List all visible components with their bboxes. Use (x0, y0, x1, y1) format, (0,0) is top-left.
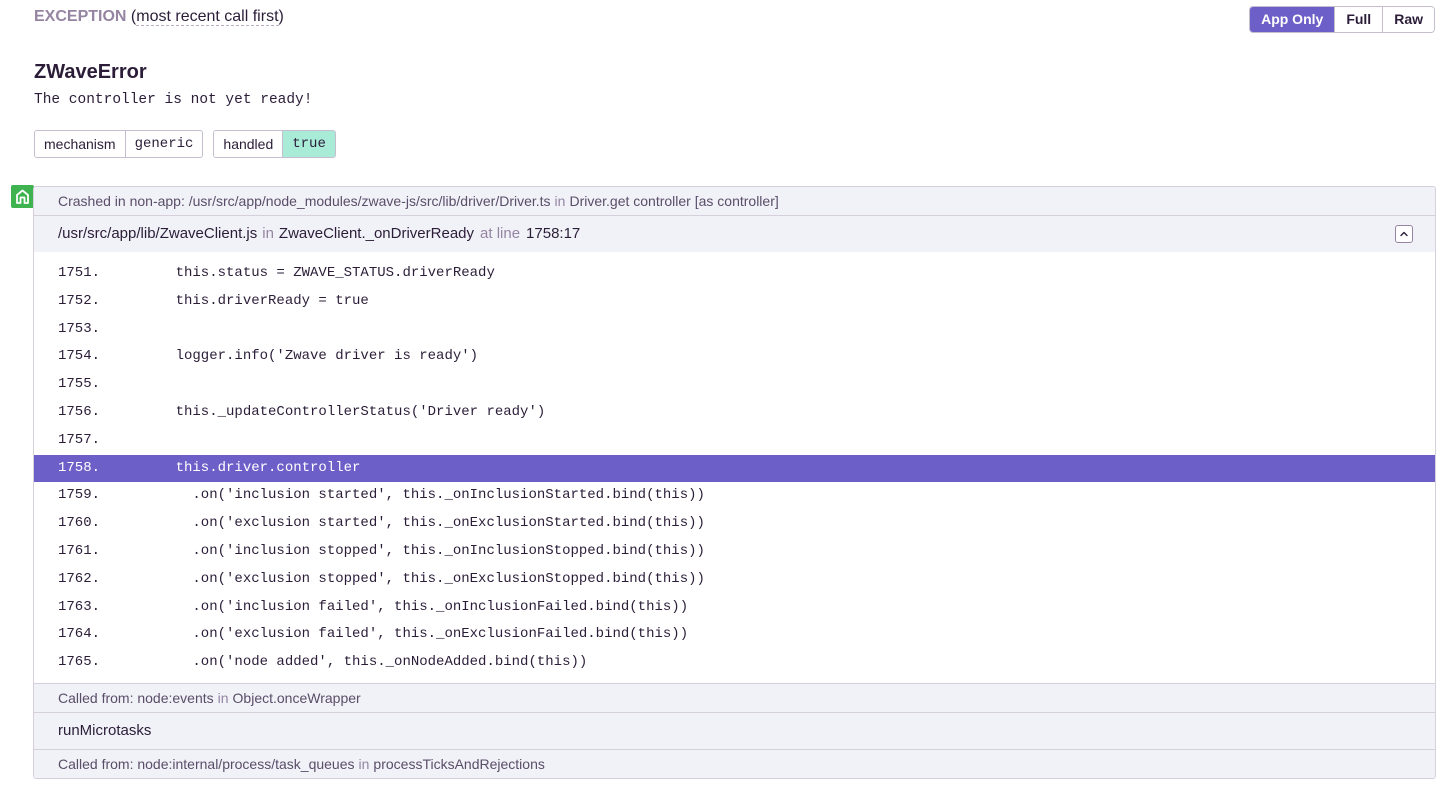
sort-order-link[interactable]: most recent call first (136, 8, 279, 26)
called-from-function: Object.onceWrapper (232, 689, 361, 706)
code-context: 1751. this.status = ZWAVE_STATUS.driverR… (34, 252, 1435, 683)
code-line: 1757. (58, 431, 101, 448)
mechanism-tags: mechanism generic handled true (34, 130, 336, 158)
frame-header[interactable]: /usr/src/app/lib/ZwaveClient.js in ZwaveCl… (34, 216, 1435, 252)
code-line: 1753. (58, 320, 101, 337)
collapse-frame-button[interactable] (1395, 225, 1413, 243)
chevron-up-icon (1400, 231, 1408, 237)
frame-header[interactable]: runMicrotasks (34, 711, 1435, 749)
code-line: 1752. this.driverReady = true (58, 292, 369, 309)
code-line: 1765. .on('node added', this._onNodeAdde… (58, 654, 588, 671)
called-from-row: Called from: node:internal/process/task_… (34, 748, 1435, 778)
stacktrace-frames: Crashed in non-app: /usr/src/app/node_mo… (33, 186, 1436, 779)
raw-button[interactable]: Raw (1382, 7, 1434, 32)
frame-function: ZwaveClient._onDriverReady (278, 225, 475, 242)
app-only-button[interactable]: App Only (1250, 7, 1335, 32)
tag-handled[interactable]: handled true (213, 130, 336, 158)
exception-label: EXCEPTION (34, 8, 127, 25)
error-type: ZWaveError (34, 61, 147, 83)
exception-header: EXCEPTION (most recent call first) (34, 8, 284, 26)
crashed-in-row: Crashed in non-app: /usr/src/app/node_mo… (34, 187, 1435, 216)
tag-key: mechanism (35, 131, 125, 157)
full-button[interactable]: Full (1334, 7, 1383, 32)
crashed-function: Driver.get controller [as controller] (569, 193, 779, 209)
code-line: 1756. this._updateControllerStatus('Driv… (58, 403, 546, 420)
called-from-row: Called from: node:events in Object.onceWra… (34, 682, 1435, 712)
code-line: 1764. .on('exclusion failed', this._onEx… (58, 626, 689, 643)
error-value: The controller is not yet ready! (34, 92, 313, 108)
crashed-file: Crashed in non-app: /usr/src/app/node_mo… (58, 193, 551, 209)
code-line: 1762. .on('exclusion stopped', this._onE… (58, 570, 705, 587)
frame-line-col: 1758:17 (526, 225, 581, 242)
exception-subtitle: (most recent call first) (130, 8, 284, 26)
code-line: 1751. this.status = ZWAVE_STATUS.driverR… (58, 265, 495, 281)
tag-mechanism[interactable]: mechanism generic (34, 130, 204, 158)
tag-value: true (282, 131, 335, 157)
tag-key: handled (214, 131, 283, 157)
called-from-function: processTicksAndRejections (373, 755, 545, 772)
tag-value: generic (124, 131, 203, 157)
code-line: 1760. .on('exclusion started', this._onE… (58, 515, 705, 532)
code-line: 1759. .on('inclusion started', this._onI… (58, 487, 705, 504)
code-line: 1754. logger.info('Zwave driver is ready… (58, 348, 479, 365)
code-line: 1761. .on('inclusion stopped', this._onI… (58, 542, 705, 559)
code-line: 1763. .on('inclusion failed', this._onIn… (58, 598, 689, 615)
stacktrace-view-toggle: App Only Full Raw (1249, 6, 1435, 33)
code-line-active: 1758. this.driver.controller (34, 454, 1435, 483)
frame-function: runMicrotasks (58, 721, 152, 739)
code-line: 1755. (58, 376, 101, 393)
frame-file: /usr/src/app/lib/ZwaveClient.js (58, 225, 258, 242)
home-icon (11, 185, 34, 208)
